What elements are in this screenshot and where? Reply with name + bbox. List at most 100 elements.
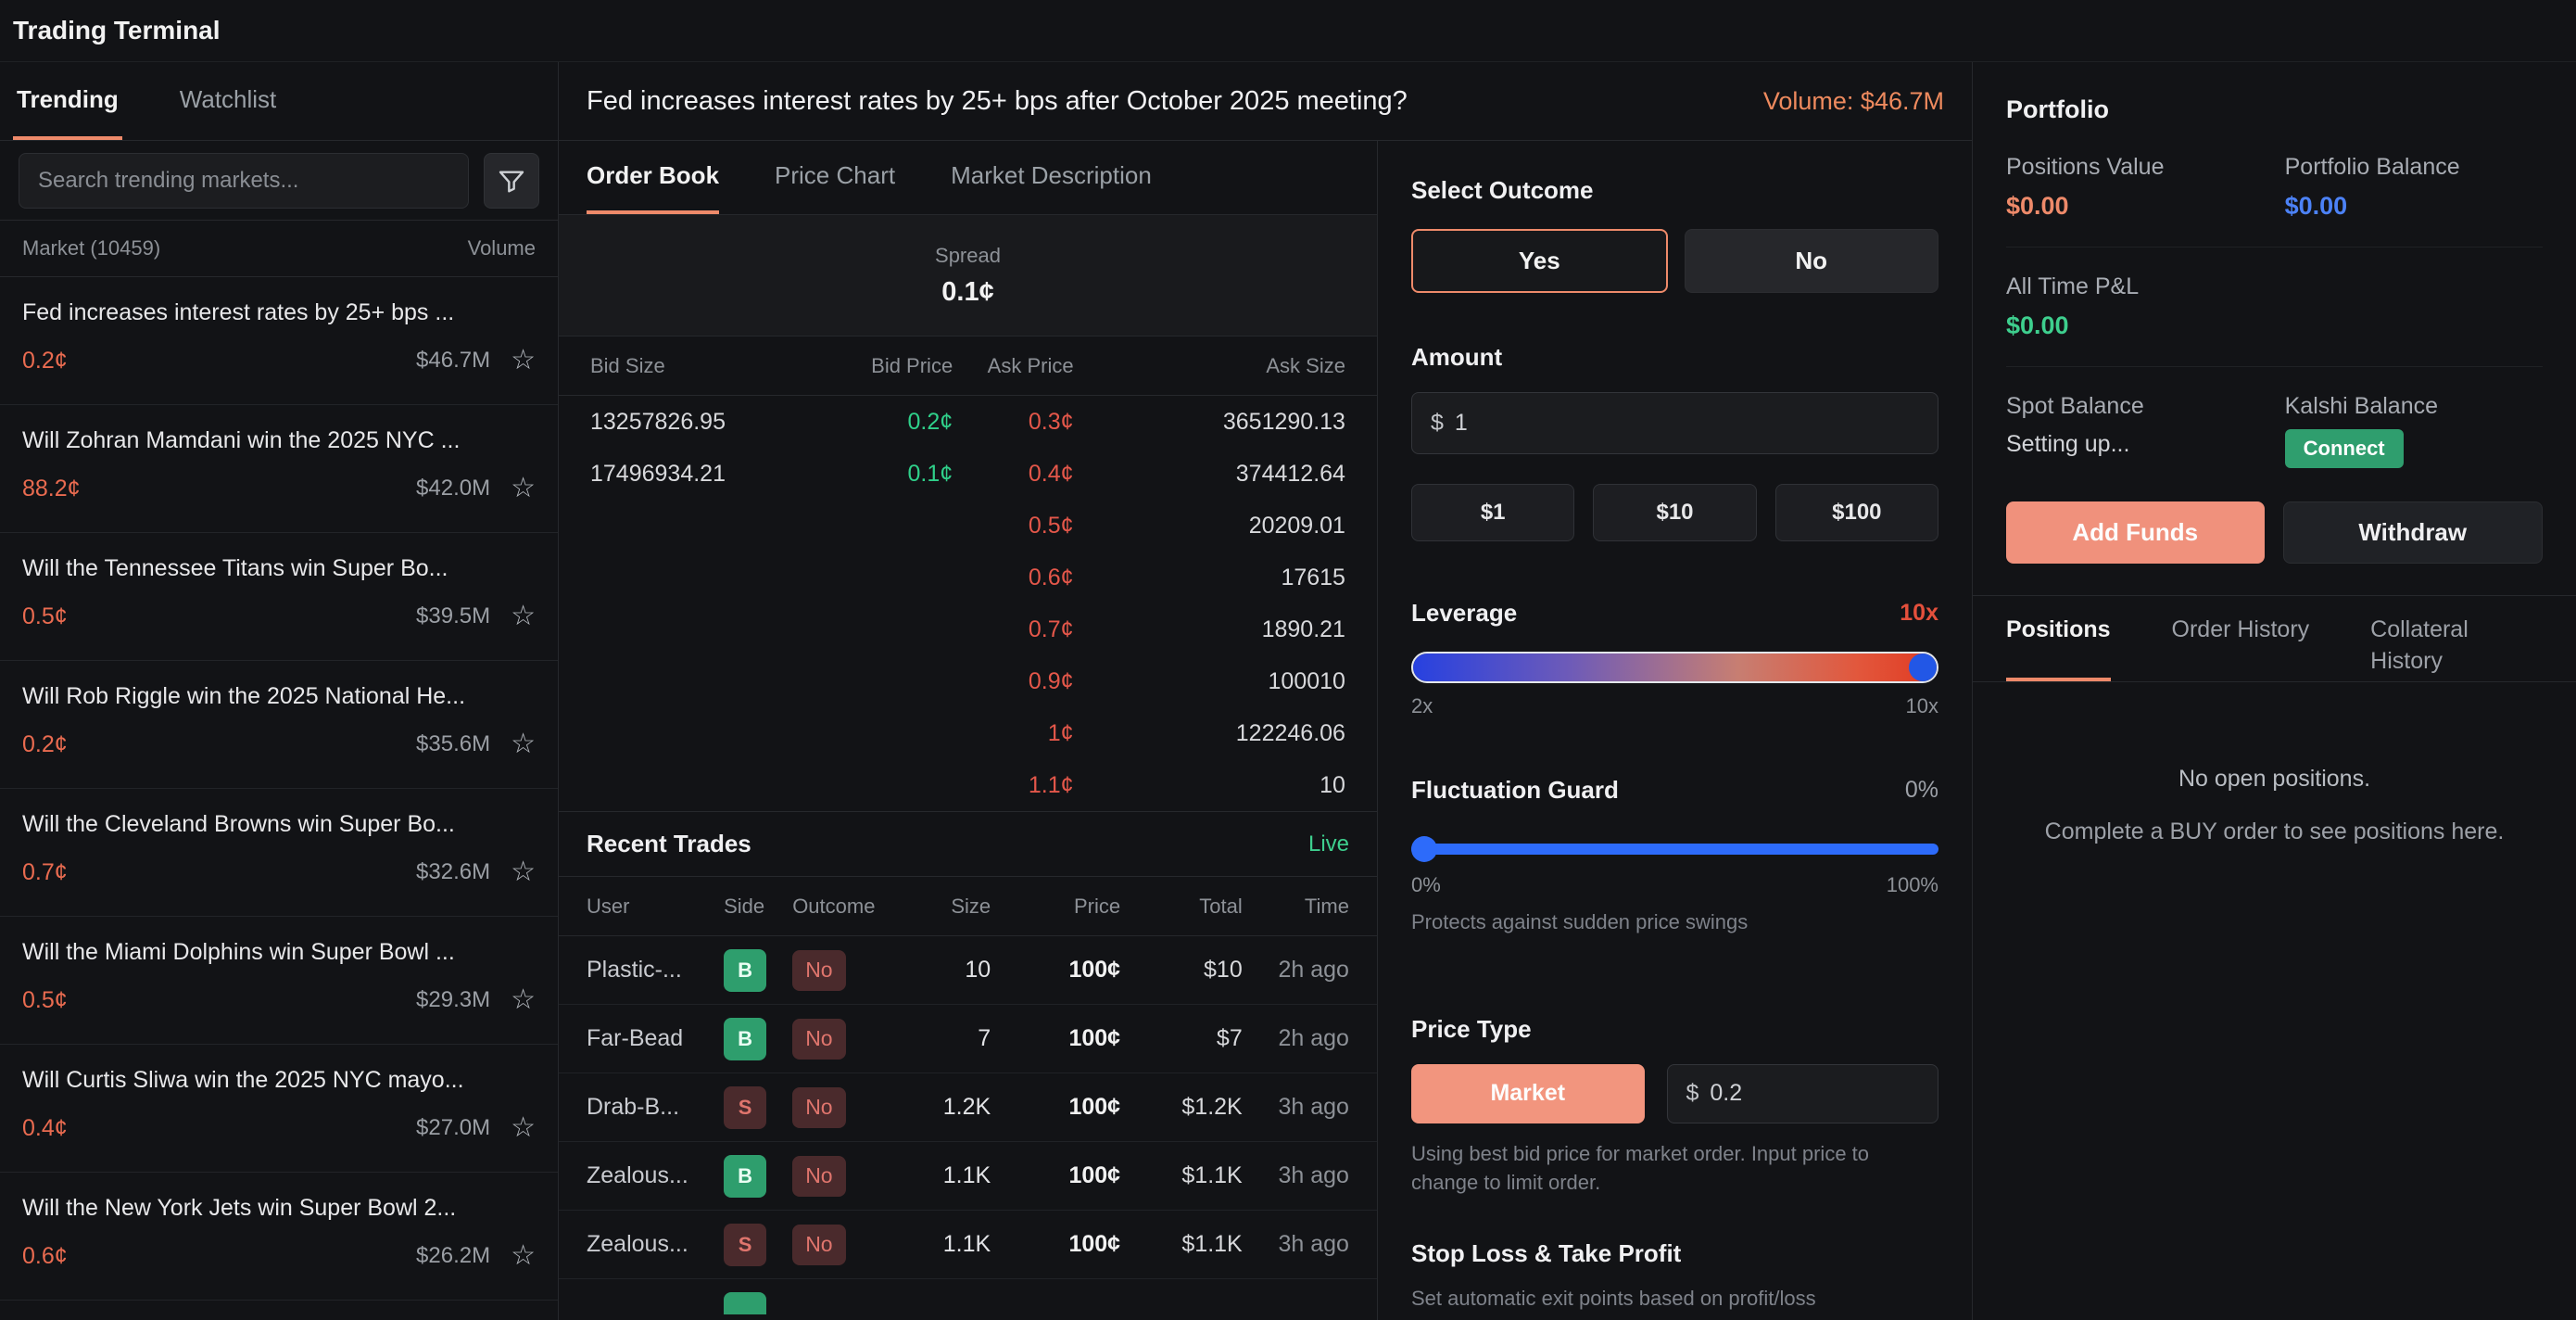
- star-icon[interactable]: ☆: [511, 858, 536, 886]
- market-title: Will the New York Jets win Super Bowl 2.…: [22, 1195, 536, 1222]
- pnl-block: All Time P&L $0.00: [2006, 273, 2543, 340]
- market-volume: $29.3M: [416, 987, 490, 1013]
- trade-user: Plastic-...: [587, 957, 724, 984]
- ask-price: 0.7¢: [953, 616, 1073, 643]
- market-volume: $26.2M: [416, 1243, 490, 1269]
- market-list-item[interactable]: Will the Miami Dolphins win Super Bowl .…: [0, 917, 558, 1045]
- outcome-badge: No: [792, 1087, 845, 1128]
- limit-price-input[interactable]: $ 0.2: [1667, 1064, 1939, 1123]
- trade-row-partial: [559, 1279, 1377, 1314]
- ask-price: 1.1¢: [953, 772, 1073, 799]
- trade-price: 100¢: [991, 957, 1120, 984]
- quick-amount-100[interactable]: $100: [1775, 484, 1938, 541]
- fluctuation-range-labels: 0% 100%: [1411, 873, 1938, 897]
- trade-user: Drab-B...: [587, 1094, 724, 1121]
- star-icon[interactable]: ☆: [511, 1242, 536, 1270]
- search-input[interactable]: [19, 153, 469, 209]
- positions-value: $0.00: [2006, 192, 2285, 221]
- tab-positions[interactable]: Positions: [2006, 596, 2111, 681]
- side-badge-buy: B: [724, 949, 766, 992]
- star-icon[interactable]: ☆: [511, 1114, 536, 1142]
- spread-value: 0.1¢: [941, 277, 993, 308]
- ask-size: 1890.21: [1074, 616, 1345, 643]
- no-button[interactable]: No: [1685, 229, 1939, 293]
- market-volume: $46.7M: [416, 348, 490, 374]
- orderbook-row[interactable]: 0.7¢ 1890.21: [559, 603, 1377, 655]
- market-list-item[interactable]: Will Curtis Sliwa win the 2025 NYC mayo.…: [0, 1045, 558, 1173]
- ask-price: 0.3¢: [953, 409, 1073, 436]
- outcome-badge: No: [792, 950, 845, 991]
- trade-total: $1.1K: [1120, 1231, 1243, 1258]
- leverage-slider[interactable]: [1411, 652, 1938, 683]
- price-type-help-text: Using best bid price for market order. I…: [1411, 1140, 1938, 1198]
- trade-price: 100¢: [991, 1094, 1120, 1121]
- market-order-button[interactable]: Market: [1411, 1064, 1645, 1123]
- market-volume: $35.6M: [416, 731, 490, 757]
- yes-button[interactable]: Yes: [1411, 229, 1668, 293]
- portfolio-section: Portfolio Positions Value $0.00 Portfoli…: [1973, 62, 2576, 564]
- currency-prefix: $: [1431, 410, 1444, 437]
- price-header: Price: [991, 895, 1120, 919]
- star-icon[interactable]: ☆: [511, 603, 536, 630]
- tab-order-book[interactable]: Order Book: [587, 141, 719, 214]
- star-icon[interactable]: ☆: [511, 986, 536, 1014]
- trade-total: $1.1K: [1120, 1162, 1243, 1189]
- connect-button[interactable]: Connect: [2285, 429, 2404, 468]
- amount-input[interactable]: $ 1: [1411, 392, 1938, 454]
- tab-watchlist[interactable]: Watchlist: [176, 62, 281, 140]
- portfolio-sidebar: Portfolio Positions Value $0.00 Portfoli…: [1972, 62, 2576, 1320]
- orderbook-row[interactable]: 13257826.95 0.2¢ 0.3¢ 3651290.13: [559, 396, 1377, 448]
- orderbook-row[interactable]: 0.5¢ 20209.01: [559, 500, 1377, 552]
- orderbook-row[interactable]: 1.1¢ 10: [559, 759, 1377, 811]
- filter-button[interactable]: [484, 153, 539, 209]
- fluctuation-slider[interactable]: [1411, 836, 1938, 862]
- star-icon[interactable]: ☆: [511, 347, 536, 374]
- side-header: Side: [724, 895, 792, 919]
- outcome-buttons: Yes No: [1411, 229, 1938, 293]
- market-list-item[interactable]: Will Zohran Mamdani win the 2025 NYC ...…: [0, 405, 558, 533]
- leverage-knob[interactable]: [1909, 654, 1937, 681]
- ask-price-header: Ask Price: [953, 354, 1073, 378]
- market-list-item[interactable]: Will the Cleveland Browns win Super Bo..…: [0, 789, 558, 917]
- market-price: 0.5¢: [22, 987, 68, 1014]
- tab-collateral-history[interactable]: Collateral History: [2370, 596, 2509, 681]
- spot-balance-block: Spot Balance Setting up...: [2006, 393, 2285, 468]
- filter-icon: [497, 166, 526, 196]
- ask-size: 122246.06: [1074, 720, 1345, 747]
- orderbook-row[interactable]: 17496934.21 0.1¢ 0.4¢ 374412.64: [559, 448, 1377, 500]
- orderbook-row[interactable]: 0.9¢ 100010: [559, 655, 1377, 707]
- market-meta-row: 0.2¢ $46.7M ☆: [22, 347, 536, 374]
- ask-price: 1¢: [953, 720, 1073, 747]
- market-meta-row: 88.2¢ $42.0M ☆: [22, 475, 536, 502]
- tab-order-history[interactable]: Order History: [2172, 596, 2310, 681]
- trade-size: 1.2K: [884, 1094, 991, 1121]
- tab-market-description[interactable]: Market Description: [951, 141, 1152, 214]
- trade-user: Far-Bead: [587, 1025, 724, 1052]
- fluctuation-knob[interactable]: [1411, 836, 1437, 862]
- star-icon[interactable]: ☆: [511, 475, 536, 502]
- market-price: 0.7¢: [22, 859, 68, 886]
- spot-balance-label: Spot Balance: [2006, 393, 2285, 420]
- market-list-item[interactable]: Will the Tennessee Titans win Super Bo..…: [0, 533, 558, 661]
- ask-size: 374412.64: [1074, 461, 1345, 488]
- market-title: Will the Tennessee Titans win Super Bo..…: [22, 555, 536, 582]
- spread-block: Spread 0.1¢: [559, 215, 1377, 336]
- quick-amount-10[interactable]: $10: [1593, 484, 1756, 541]
- market-list-item[interactable]: Will Rob Riggle win the 2025 National He…: [0, 661, 558, 789]
- market-list-item[interactable]: Fed increases interest rates by 25+ bps …: [0, 277, 558, 405]
- ask-price: 0.6¢: [953, 565, 1073, 591]
- quick-amount-1[interactable]: $1: [1411, 484, 1574, 541]
- trade-size: 1.1K: [884, 1231, 991, 1258]
- orderbook-row[interactable]: 1¢ 122246.06: [559, 707, 1377, 759]
- orderbook-row[interactable]: 0.6¢ 17615: [559, 552, 1377, 603]
- withdraw-button[interactable]: Withdraw: [2283, 501, 2544, 564]
- star-icon[interactable]: ☆: [511, 730, 536, 758]
- market-list: Fed increases interest rates by 25+ bps …: [0, 277, 558, 1320]
- tab-price-chart[interactable]: Price Chart: [775, 141, 895, 214]
- market-list-item[interactable]: Will the New York Jets win Super Bowl 2.…: [0, 1173, 558, 1301]
- portfolio-balances: Positions Value $0.00 Portfolio Balance …: [2006, 154, 2543, 221]
- kalshi-balance-label: Kalshi Balance: [2285, 393, 2543, 420]
- tab-trending[interactable]: Trending: [13, 62, 122, 140]
- market-volume: $42.0M: [416, 476, 490, 501]
- add-funds-button[interactable]: Add Funds: [2006, 501, 2265, 564]
